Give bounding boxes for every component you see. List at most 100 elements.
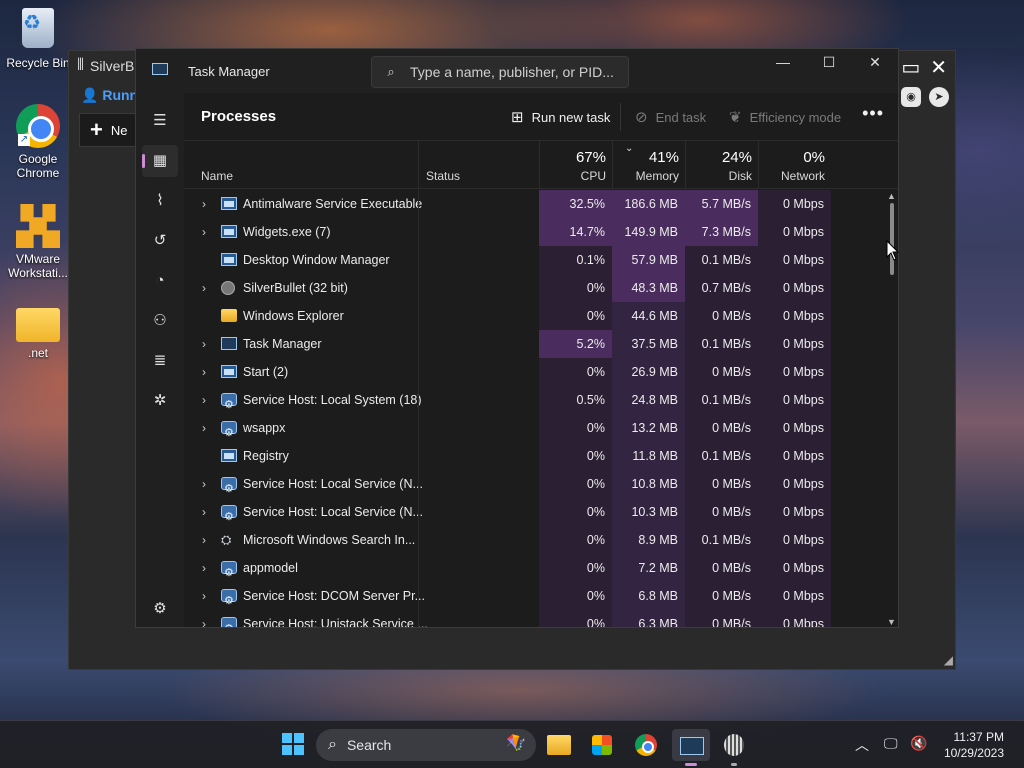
process-name-cell: › SilverBullet (32 bit) [184, 274, 418, 302]
process-cpu-cell: 14.7% [539, 218, 612, 246]
leaf-icon: ❦ [729, 109, 742, 126]
show-hidden-icons-chevron-icon[interactable]: ︿ [855, 735, 869, 755]
table-row[interactable]: Desktop Window Manager 0.1% 57.9 MB 0.1 MB/… [184, 246, 884, 274]
search-box[interactable]: ⌕ [371, 56, 629, 88]
table-row[interactable]: › Service Host: Unistack Service ... 0%6.3… [184, 610, 884, 627]
run-new-task-button[interactable]: ⊞ Run new task [511, 108, 610, 126]
scroll-up-arrow-icon[interactable]: ▲ [887, 191, 896, 201]
taskbar-search-label: Search [346, 737, 392, 753]
efficiency-mode-label: Efficiency mode [749, 109, 842, 125]
users-nav-icon[interactable]: ⚇ [142, 305, 178, 337]
table-row[interactable]: › Antimalware Service Executable 32.5% 186.… [184, 190, 884, 218]
table-row[interactable]: › appmodel 0%7.2 MB0 MB/s0 Mbps [184, 554, 884, 587]
processes-nav-icon[interactable]: ▦ [142, 145, 178, 177]
expand-chevron-icon[interactable]: › [202, 526, 206, 554]
scroll-down-arrow-icon[interactable]: ▼ [887, 617, 896, 627]
maximize-button[interactable]: ☐ [806, 49, 852, 77]
desktop-icon-chrome[interactable]: ↗ Google Chrome [2, 104, 74, 180]
expand-chevron-icon[interactable]: › [202, 498, 206, 526]
process-cpu-cell: 0% [539, 470, 612, 498]
resize-grip-icon[interactable]: ◢ [944, 653, 953, 667]
desktop-icon-recycle-bin[interactable]: Recycle Bin [2, 8, 74, 70]
page-title: Processes [201, 108, 277, 125]
process-cpu-cell: 0% [539, 414, 612, 442]
expand-chevron-icon[interactable]: › [202, 330, 206, 358]
settings-gear-icon[interactable]: ⚙ [142, 593, 178, 625]
startup-apps-nav-icon[interactable]: ◔ [142, 265, 178, 297]
process-network-cell: 0 Mbps [758, 302, 831, 330]
services-nav-icon[interactable]: ✲ [142, 385, 178, 417]
table-row[interactable]: › SilverBullet (32 bit) 0% 48.3 MB 0.7 MB/s 0… [184, 274, 884, 302]
process-memory-cell: 8.9 MB [612, 526, 685, 554]
process-disk-cell: 5.7 MB/s [685, 190, 758, 218]
table-row[interactable]: › wsappx 0%13.2 MB0 MB/s0 Mbps [184, 414, 884, 447]
task-manager-taskbar-icon[interactable] [672, 729, 710, 766]
close-button[interactable]: ✕ [852, 49, 898, 77]
column-header-cpu[interactable]: 67% CPU [539, 141, 612, 189]
table-row[interactable]: › Start (2) 0% 26.9 MB 0 MB/s 0 Mbps [184, 358, 884, 386]
table-row[interactable]: › Task Manager 5.2% 37.5 MB 0.1 MB/s 0 Mbps [184, 330, 884, 358]
process-disk-cell: 7.3 MB/s [685, 218, 758, 246]
table-row[interactable]: › Service Host: DCOM Server Pr... 0%6.8 MB… [184, 582, 884, 615]
taskbar-search[interactable]: ⌕ Search 🪁 [316, 729, 536, 761]
process-status-cell [418, 246, 539, 274]
expand-chevron-icon[interactable]: › [202, 610, 206, 627]
expand-chevron-icon[interactable]: › [202, 414, 206, 442]
column-header-disk[interactable]: 24% Disk [685, 141, 758, 189]
expand-chevron-icon[interactable]: › [202, 470, 206, 498]
table-row[interactable]: › ⛭ Microsoft Windows Search In... 0% 8.9 MB… [184, 526, 884, 554]
efficiency-mode-button[interactable]: ❦ Efficiency mode [729, 108, 841, 126]
process-status-cell [418, 554, 539, 582]
search-input[interactable] [410, 64, 620, 80]
table-row[interactable]: Windows Explorer 0% 44.6 MB 0 MB/s 0 Mbps [184, 302, 884, 330]
process-name: Microsoft Windows Search In... [243, 533, 416, 547]
silverbullet-taskbar-icon[interactable] [718, 729, 750, 766]
minimize-button[interactable]: — [760, 49, 806, 77]
more-options-icon[interactable]: ••• [862, 103, 884, 124]
process-name: wsappx [243, 421, 286, 435]
expand-chevron-icon[interactable]: › [202, 582, 206, 610]
chrome-taskbar-icon[interactable] [630, 729, 662, 761]
column-header-name[interactable]: Name [201, 141, 411, 189]
command-bar: Processes ⊞ Run new task ⊘ End task ❦ Ef… [184, 93, 898, 141]
expand-chevron-icon[interactable]: › [202, 554, 206, 582]
table-row[interactable]: › Service Host: Local System (18) 0.5%24.8… [184, 386, 884, 419]
column-header-network[interactable]: 0% Network [758, 141, 831, 189]
expand-chevron-icon[interactable]: › [202, 358, 206, 386]
expand-chevron-icon[interactable]: › [202, 386, 206, 414]
desktop-icon-net-folder[interactable]: .net [2, 300, 74, 360]
desktop-icon-vmware[interactable]: VMware Workstati... [2, 204, 74, 280]
start-button[interactable] [278, 729, 310, 761]
app-history-nav-icon[interactable]: ↺ [142, 225, 178, 257]
telegram-icon[interactable]: ➤ [929, 87, 949, 107]
volume-muted-icon[interactable]: 🔇 [910, 735, 927, 752]
table-row[interactable]: › Service Host: Local Service (N... 0%10.8… [184, 470, 884, 503]
table-row[interactable]: Registry 0% 11.8 MB 0.1 MB/s 0 Mbps [184, 442, 884, 470]
silverbullet-new-button[interactable]: + Ne [79, 113, 139, 147]
windows-logo-icon [282, 745, 292, 755]
file-explorer-taskbar-icon[interactable] [543, 729, 575, 761]
expand-chevron-icon[interactable]: › [202, 190, 206, 218]
hamburger-menu-icon[interactable]: ☰ [142, 105, 178, 137]
scrollbar-thumb[interactable] [890, 203, 894, 275]
process-network-cell: 0 Mbps [758, 330, 831, 358]
end-task-button[interactable]: ⊘ End task [635, 108, 706, 126]
details-nav-icon[interactable]: ≣ [142, 345, 178, 377]
column-header-status[interactable]: Status [418, 141, 539, 189]
command-divider [620, 103, 621, 131]
table-row[interactable]: › Service Host: Local Service (N... 0%10.3… [184, 498, 884, 531]
process-cpu-cell: 0% [539, 582, 612, 610]
close-icon[interactable]: ✕ [930, 55, 947, 80]
microsoft-store-taskbar-icon[interactable] [586, 729, 618, 761]
discord-icon[interactable]: ◉ [901, 87, 921, 107]
title-bar[interactable]: Task Manager ⌕ — ☐ ✕ [136, 49, 898, 93]
network-icon[interactable]: 🖵 [884, 735, 898, 752]
desktop-icon-label: .net [27, 346, 48, 360]
expand-chevron-icon[interactable]: › [202, 218, 206, 246]
performance-nav-icon[interactable]: ⌇ [142, 185, 178, 217]
clock[interactable]: 11:37 PM 10/29/2023 [944, 729, 1004, 761]
table-row[interactable]: › Widgets.exe (7) 14.7% 149.9 MB 7.3 MB/s 0 M… [184, 218, 884, 246]
column-header-memory[interactable]: ⌄ 41% Memory [612, 141, 685, 189]
maximize-icon[interactable]: ▭ [901, 55, 920, 80]
expand-chevron-icon[interactable]: › [202, 274, 206, 302]
